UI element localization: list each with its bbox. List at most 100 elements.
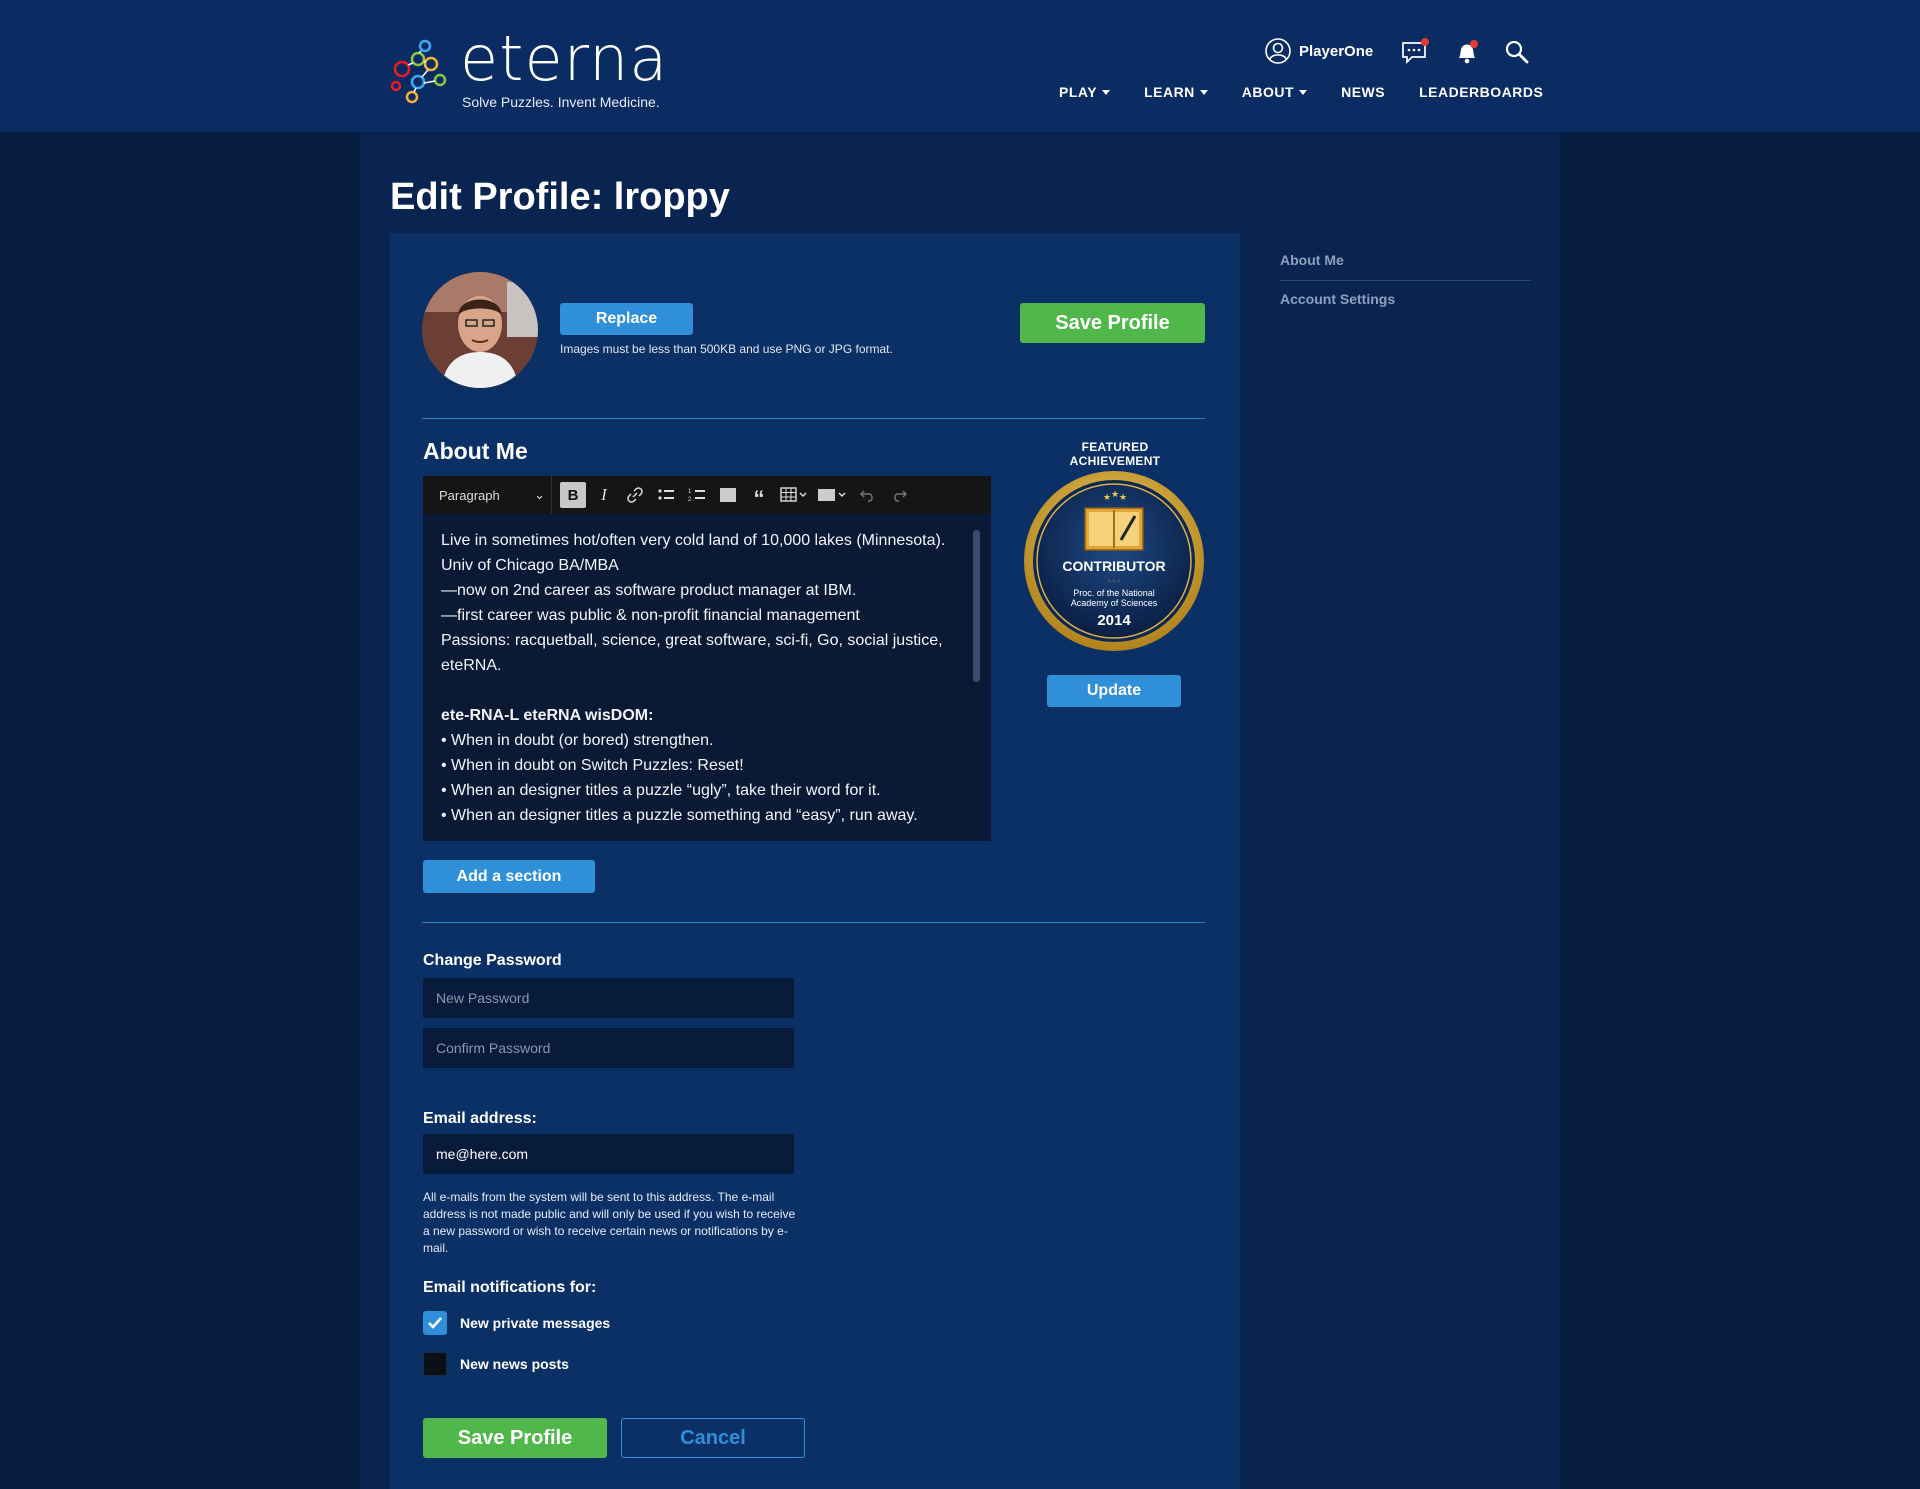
nav-play[interactable]: PLAY [1059, 84, 1111, 100]
link-button[interactable] [622, 482, 648, 508]
editor-line: • When in doubt on Switch Puzzles: Reset… [441, 757, 744, 774]
confirm-password-field[interactable] [423, 1028, 794, 1068]
cancel-button[interactable]: Cancel [621, 1418, 805, 1458]
news-posts-checkbox[interactable] [423, 1352, 447, 1376]
redo-button[interactable] [886, 482, 912, 508]
editor-line: —first career was public & non-profit fi… [441, 607, 860, 624]
section-divider [422, 418, 1205, 419]
svg-text:★: ★ [1119, 493, 1127, 503]
nav-leaderboards[interactable]: LEADERBOARDS [1419, 84, 1543, 100]
italic-button[interactable]: I [591, 482, 617, 508]
checkmark-icon [428, 1317, 442, 1329]
search-button[interactable] [1503, 38, 1531, 66]
editor-line: Univ of Chicago BA/MBA [441, 557, 619, 574]
link-icon [627, 487, 643, 503]
table-button[interactable] [777, 482, 811, 508]
chat-icon [1402, 38, 1429, 65]
svg-text:★: ★ [1103, 493, 1111, 503]
editor-heading-line: ete-RNA-L eteRNA wisDOM: [441, 707, 654, 724]
logo-wordmark: eterna [460, 22, 669, 95]
undo-icon [860, 490, 873, 502]
email-field[interactable] [423, 1134, 794, 1174]
blockquote-button[interactable]: “ [746, 482, 772, 511]
bell-icon [1459, 40, 1478, 64]
bold-icon: B [567, 486, 579, 504]
editor-line: Live in sometimes hot/often very cold la… [441, 532, 946, 549]
achievement-badge: ★ ★ ★ CONTRIBUTOR Proc. of the National … [1023, 470, 1205, 652]
add-section-button[interactable]: Add a section [423, 860, 595, 893]
about-me-heading: About Me [423, 438, 528, 464]
badge-year: 2014 [1097, 612, 1131, 629]
new-password-field[interactable] [423, 978, 794, 1018]
user-icon [1265, 38, 1291, 64]
notify-private-messages-option[interactable]: New private messages [423, 1311, 610, 1335]
editor-content[interactable]: Live in sometimes hot/often very cold la… [441, 528, 971, 828]
messages-button[interactable] [1400, 38, 1429, 66]
main-nav: PLAY LEARN ABOUT NEWS LEADERBOARDS [1059, 84, 1543, 100]
eterna-logo[interactable]: eterna Solve Puzzles. Invent Medicine. [388, 22, 688, 116]
update-achievement-button[interactable]: Update [1047, 675, 1181, 707]
numbered-list-button[interactable]: 12 [684, 482, 710, 508]
user-menu[interactable]: PlayerOne [1265, 38, 1373, 64]
media-embed-button[interactable] [816, 482, 850, 508]
chevron-down-icon [1102, 89, 1111, 95]
editor-line: —now on 2nd career as software product m… [441, 582, 857, 599]
notifications-button[interactable] [1453, 38, 1481, 66]
chevron-down-icon: ⌄ [534, 487, 545, 502]
svg-text:★: ★ [1111, 490, 1119, 500]
editor-line: • When an designer titles a puzzle “ugly… [441, 782, 881, 799]
bold-button[interactable]: B [560, 482, 586, 508]
nav-learn[interactable]: LEARN [1144, 84, 1208, 100]
editor-line: • When an designer titles a puzzle somet… [441, 807, 918, 824]
logo-tagline: Solve Puzzles. Invent Medicine. [462, 94, 660, 110]
chevron-down-icon [1199, 89, 1208, 95]
svg-text:1: 1 [688, 489, 692, 495]
image-requirements-note: Images must be less than 500KB and use P… [560, 342, 893, 356]
image-button[interactable] [715, 482, 741, 508]
undo-button[interactable] [855, 482, 881, 508]
chevron-down-icon [1299, 89, 1308, 95]
logo-molecule-icon [390, 39, 447, 104]
nav-about[interactable]: ABOUT [1242, 84, 1308, 100]
notify-news-posts-option[interactable]: New news posts [423, 1352, 569, 1376]
about-me-editor[interactable]: Live in sometimes hot/often very cold la… [423, 514, 991, 841]
save-profile-button-top[interactable]: Save Profile [1020, 303, 1205, 343]
news-posts-label: New news posts [460, 1356, 569, 1372]
sidebar-link-account-settings[interactable]: Account Settings [1280, 291, 1395, 307]
nav-news[interactable]: NEWS [1341, 84, 1385, 100]
private-messages-checkbox[interactable] [423, 1311, 447, 1335]
email-privacy-note: All e-mails from the system will be sent… [423, 1190, 796, 1255]
sidebar-divider [1280, 280, 1531, 281]
avatar [422, 272, 538, 388]
contributor-badge-icon: ★ ★ ★ CONTRIBUTOR Proc. of the National … [1024, 471, 1204, 651]
private-messages-label: New private messages [460, 1315, 611, 1331]
email-label: Email address: [423, 1110, 537, 1127]
quote-icon: “ [753, 486, 765, 511]
editor-line: • When in doubt (or bored) strengthen. [441, 732, 714, 749]
redo-icon [894, 490, 907, 502]
badge-line1: Proc. of the National [1073, 588, 1155, 598]
save-profile-button-bottom[interactable]: Save Profile [423, 1418, 607, 1458]
replace-avatar-button[interactable]: Replace [560, 303, 693, 335]
bulleted-list-button[interactable] [653, 482, 679, 508]
username: PlayerOne [1299, 42, 1374, 60]
avatar-photo [422, 272, 538, 388]
badge-line2: Academy of Sciences [1071, 598, 1158, 608]
editor-line [441, 678, 971, 703]
featured-achievement-label: FEATURED ACHIEVEMENT [1069, 440, 1161, 468]
change-password-label: Change Password [423, 952, 562, 969]
editor-toolbar: Paragraph ⌄ B I 12 “ [423, 476, 991, 514]
section-divider [422, 922, 1205, 923]
site-header: eterna Solve Puzzles. Invent Medicine. P… [0, 0, 1920, 132]
editor-scrollbar[interactable] [973, 530, 980, 682]
sidebar-link-about-me[interactable]: About Me [1280, 252, 1344, 268]
page-title: Edit Profile: lroppy [390, 176, 730, 218]
editor-line: Passions: racquetball, science, great so… [441, 632, 943, 674]
numbered-list-icon: 12 [688, 489, 705, 503]
italic-icon: I [601, 485, 607, 504]
block-format-select[interactable]: Paragraph ⌄ [439, 476, 552, 514]
svg-text:2: 2 [688, 497, 692, 503]
media-icon [818, 489, 846, 501]
search-icon [1505, 40, 1529, 64]
svg-text:◦◦◦: ◦◦◦ [1107, 577, 1121, 586]
